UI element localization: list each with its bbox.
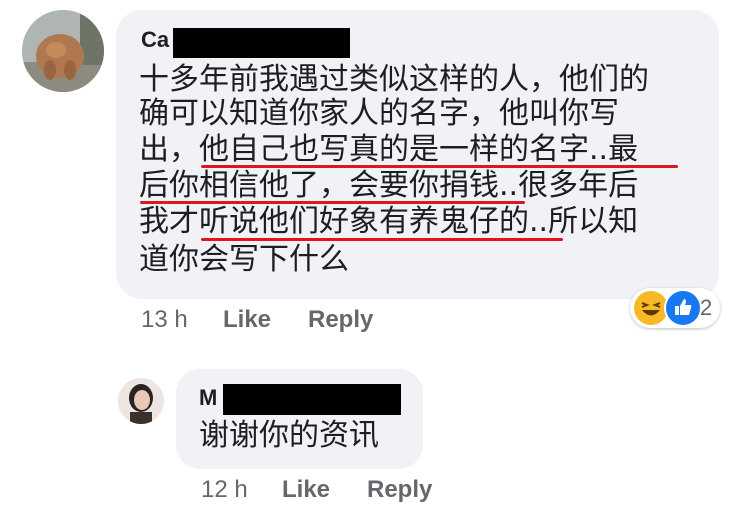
comment-author-name[interactable]: Ca [141,27,169,53]
commenter-avatar[interactable] [22,10,104,92]
pig-statue-photo [22,10,104,92]
reply-text: 谢谢你的资讯 [199,418,379,453]
reply-author-name[interactable]: M [199,385,217,411]
profile-photo [118,378,164,424]
reply-timestamp[interactable]: 12 h [201,476,248,504]
reply-like-button[interactable]: Like [282,476,330,504]
reaction-summary[interactable]: 2 [630,288,720,328]
comment-line-6: 道你会写下什么 [139,242,349,277]
reply-reply-button[interactable]: Reply [367,476,432,504]
reply-avatar[interactable] [118,378,164,424]
comment-timestamp[interactable]: 13 h [141,306,188,334]
reaction-count: 2 [700,295,713,320]
like-button[interactable]: Like [223,306,271,334]
red-underline [201,165,678,168]
haha-icon [634,291,668,325]
reply-button[interactable]: Reply [308,306,373,334]
redaction-bar [223,384,401,415]
red-underline [201,238,563,241]
redaction-bar [173,28,350,58]
like-icon [664,289,702,327]
red-underline [140,201,525,204]
